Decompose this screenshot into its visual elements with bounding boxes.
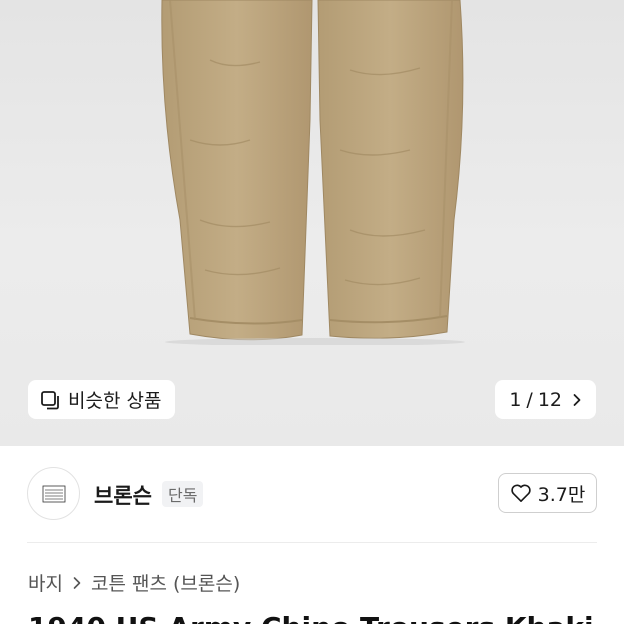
seller-name[interactable]: 브론슨 xyxy=(94,480,152,510)
divider xyxy=(27,542,597,543)
similar-products-button[interactable]: 비슷한 상품 xyxy=(28,380,176,419)
heart-icon xyxy=(510,484,531,502)
chevron-right-icon xyxy=(573,393,581,406)
chevron-right-icon xyxy=(73,576,81,589)
breadcrumb-item-cotton-pants[interactable]: 코튼 팬츠 (브론슨) xyxy=(91,569,240,596)
similar-products-label: 비슷한 상품 xyxy=(68,390,162,412)
breadcrumb-item-pants[interactable]: 바지 xyxy=(28,569,63,596)
like-count: 3.7만 xyxy=(537,483,586,506)
seller-avatar[interactable] xyxy=(27,467,80,520)
like-button[interactable]: 3.7만 xyxy=(498,473,597,513)
page-current: 1 xyxy=(509,388,522,411)
exclusive-badge: 단독 xyxy=(162,481,204,507)
product-image-gallery[interactable]: 비슷한 상품 1 / 12 xyxy=(0,0,624,446)
product-title: 1940 US Army Chino Trousers Khaki xyxy=(28,611,594,624)
seller-logo-icon xyxy=(42,485,65,502)
similar-items-icon xyxy=(41,390,59,409)
page-separator: / xyxy=(526,388,533,411)
seller-row: 브론슨 단독 3.7만 xyxy=(0,446,624,542)
page-total: 12 xyxy=(537,388,562,411)
breadcrumb: 바지 코튼 팬츠 (브론슨) xyxy=(28,569,240,596)
image-page-indicator[interactable]: 1 / 12 xyxy=(495,380,596,419)
product-image xyxy=(161,0,465,345)
